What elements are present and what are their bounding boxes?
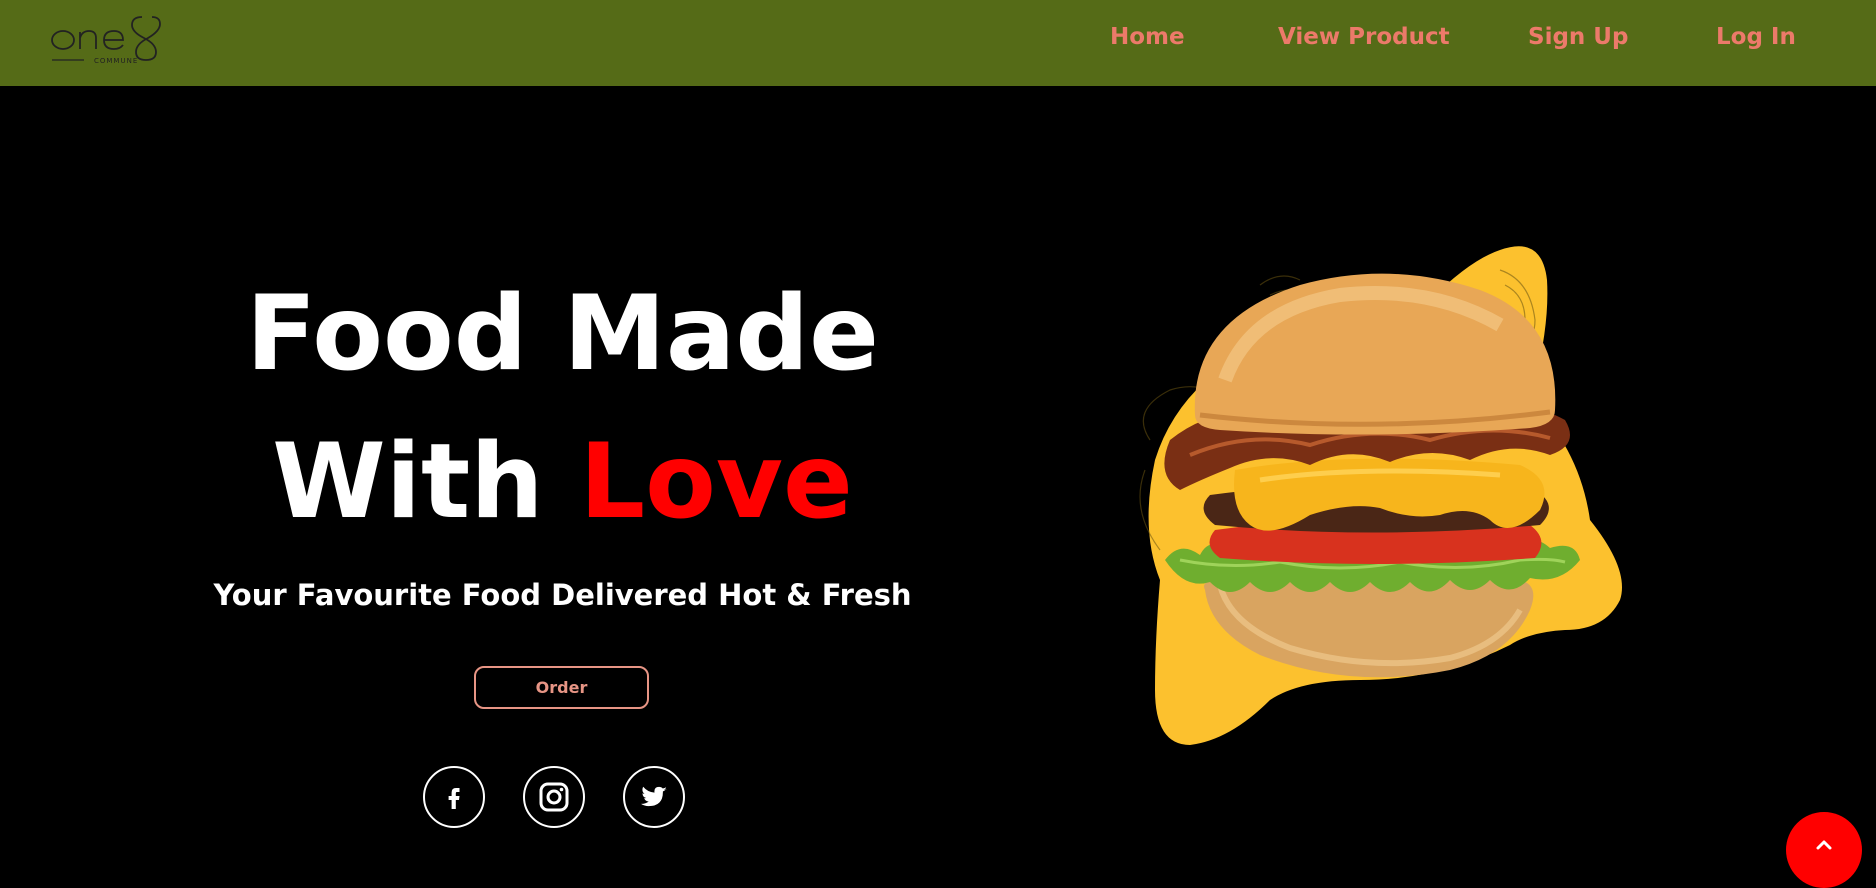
brand-logo[interactable]: COMMUNE — [48, 12, 178, 68]
navbar: COMMUNE Home View Product Sign Up Log In — [0, 0, 1876, 86]
twitter-button[interactable] — [623, 766, 685, 828]
scroll-to-top-button[interactable] — [1786, 812, 1862, 888]
instagram-icon — [539, 782, 569, 812]
nav-link-log-in[interactable]: Log In — [1716, 24, 1796, 50]
order-button[interactable]: Order — [474, 666, 649, 709]
nav-link-sign-up[interactable]: Sign Up — [1528, 24, 1628, 50]
hero-title: Food Made With Love — [160, 260, 965, 556]
hero-title-line1: Food Made — [246, 274, 879, 394]
logo-subtext: COMMUNE — [94, 57, 138, 65]
hero-title-line2: With — [272, 422, 544, 542]
hero-title-accent: Love — [579, 422, 853, 542]
twitter-icon — [641, 786, 667, 807]
chevron-up-icon — [1816, 840, 1832, 850]
hero-subtitle: Your Favourite Food Delivered Hot & Fres… — [213, 578, 912, 612]
facebook-icon — [448, 788, 460, 809]
nav-link-home[interactable]: Home — [1110, 24, 1185, 50]
burger-image — [1110, 240, 1640, 760]
facebook-button[interactable] — [423, 766, 485, 828]
instagram-button[interactable] — [523, 766, 585, 828]
nav-link-view-product[interactable]: View Product — [1278, 24, 1450, 50]
